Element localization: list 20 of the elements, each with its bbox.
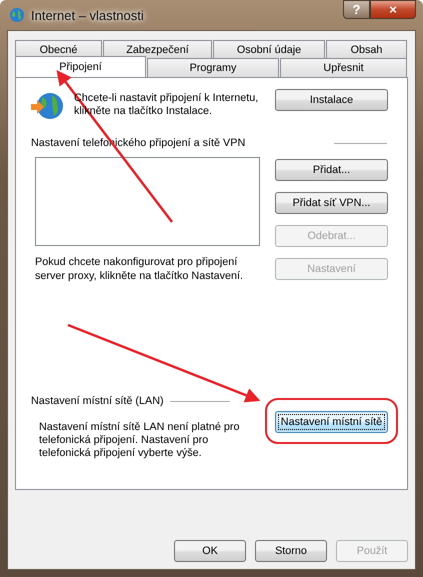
window-title: Internet – vlastnosti xyxy=(31,8,144,22)
dialog-button[interactable]: Storno xyxy=(255,540,327,562)
connection-list[interactable] xyxy=(35,157,260,246)
lan-settings-button[interactable]: Nastavení místní sítě xyxy=(275,411,388,433)
lan-description: Nastavení místní sítě LAN není platné pro telefonická připojení. Nastavení pro telefonická připojení vyberte výše. xyxy=(39,421,240,460)
close-button[interactable]: × xyxy=(370,0,416,19)
tab[interactable]: Programy xyxy=(147,58,279,77)
globe-arrow-icon xyxy=(30,91,64,121)
setup-button[interactable]: Instalace xyxy=(275,89,388,111)
globe-icon xyxy=(9,7,25,23)
vpn-button[interactable]: Přidat... xyxy=(275,159,388,181)
dialog-button[interactable]: OK xyxy=(174,540,246,562)
section-heading: Nastavení místní sítě (LAN) xyxy=(31,395,164,407)
tab[interactable]: Upřesnit xyxy=(280,58,407,77)
tab[interactable]: Připojení xyxy=(15,56,146,77)
tab[interactable]: Obsah xyxy=(326,40,407,58)
tab[interactable]: Zabezpečení xyxy=(103,40,212,58)
vpn-button[interactable]: Přidat síť VPN... xyxy=(275,192,388,214)
tab[interactable]: Osobní údaje xyxy=(213,40,325,58)
proxy-description: Pokud chcete nakonfigurovat pro připojení server proxy, klikněte na tlačítko Nastavení. xyxy=(35,255,244,283)
